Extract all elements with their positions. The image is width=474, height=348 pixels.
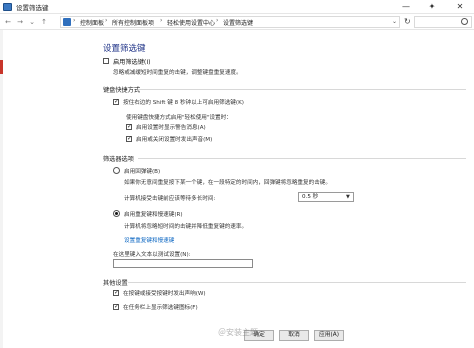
- repeat-keys-label[interactable]: 启用重复键和慢速键(R): [124, 210, 183, 218]
- repeat-keys-settings-link[interactable]: 设置重复键和慢速键: [124, 236, 174, 244]
- shortcut-section-title: 键盘快捷方式: [103, 87, 141, 94]
- show-warning-label[interactable]: 启用设置时显示警告消息(A): [136, 123, 206, 131]
- other-section-title: 其他设置: [103, 280, 128, 287]
- refresh-icon[interactable]: ↻: [404, 17, 411, 26]
- bouncekeys-radio[interactable]: [113, 167, 120, 174]
- breadcrumb-ease-of-access[interactable]: 轻松使用设置中心: [167, 18, 215, 27]
- shortcut-sub-description: 使用键盘快捷方式启用"轻松使用"设置时：: [126, 115, 232, 121]
- recent-dropdown-icon[interactable]: ⌄: [27, 17, 37, 27]
- breadcrumb-control-panel[interactable]: 控制面板: [80, 18, 104, 27]
- repeat-keys-description: 计算机将忽略短时间的击键并降低重复键的速率。: [124, 224, 248, 230]
- enable-filterkeys-description: 忽略或减缓短时间重复的击键，调整键盘重复速度。: [113, 70, 242, 76]
- address-bar: ← → ⌄ ↑ › 控制面板 › 所有控制面板项 › 轻松使用设置中心 › 设置…: [0, 15, 474, 30]
- up-arrow-icon[interactable]: ↑: [39, 17, 49, 27]
- minimize-button[interactable]: —: [396, 0, 416, 14]
- enable-filterkeys-label[interactable]: 启用筛选键(I): [113, 57, 151, 66]
- breadcrumb-separator: ›: [105, 17, 108, 24]
- beep-label[interactable]: 在按键或接受按键时发出声响(W): [123, 289, 206, 297]
- make-sound-label[interactable]: 启用或关闭设置时发出声音(M): [136, 135, 212, 143]
- control-panel-icon: [63, 18, 71, 26]
- test-input-label: 在这里键入文本以测试设置(N):: [113, 252, 191, 258]
- section-divider: [128, 282, 466, 283]
- close-button[interactable]: ✕: [450, 0, 470, 14]
- beep-checkbox[interactable]: ✓: [113, 290, 119, 296]
- enable-filterkeys-checkbox[interactable]: [103, 58, 109, 64]
- bouncekeys-description: 如果你无意间重复按下某一个键，在一段特定的时间内，回弹键将忽略重复的击键。: [124, 180, 331, 186]
- taskbar-icon-checkbox[interactable]: ✓: [113, 304, 119, 310]
- background-window-accent: [0, 60, 3, 74]
- breadcrumb-separator: ›: [73, 17, 76, 24]
- watermark: ＠安装主题: [218, 328, 258, 337]
- repeat-keys-radio[interactable]: [113, 210, 120, 217]
- search-icon: [461, 18, 468, 25]
- delay-label: 计算机接受击键前应该等待多长时间:: [124, 196, 216, 202]
- chevron-down-icon: ▼: [346, 194, 350, 200]
- cancel-button[interactable]: 取消: [279, 330, 309, 341]
- filter-section-title: 筛选器选项: [103, 156, 134, 163]
- shortcut-checkbox-label[interactable]: 按住右边的 Shift 键 8 秒钟以上可启用筛选键(K): [123, 98, 244, 106]
- page-title: 设置筛选键: [103, 44, 146, 54]
- back-arrow-icon[interactable]: ←: [3, 17, 13, 27]
- breadcrumb-separator: ›: [216, 17, 219, 24]
- title-bar: 设置筛选键 — ✦ ✕: [0, 0, 474, 14]
- section-divider: [138, 158, 466, 159]
- address-dropdown-icon[interactable]: ⌄: [392, 18, 397, 25]
- window-title: 设置筛选键: [16, 4, 49, 12]
- make-sound-checkbox[interactable]: ✓: [126, 136, 132, 142]
- shortcut-checkbox[interactable]: ✓: [113, 99, 119, 105]
- breadcrumb-all-items[interactable]: 所有控制面板项: [112, 18, 154, 27]
- window-app-icon: [3, 3, 12, 11]
- apply-button[interactable]: 应用(A): [314, 330, 344, 341]
- breadcrumb-separator: ›: [160, 17, 163, 24]
- bouncekeys-label[interactable]: 启用回弹键(B): [124, 167, 160, 175]
- taskbar-icon-label[interactable]: 在任务栏上显示筛选键图标(F): [123, 303, 198, 311]
- pin-button[interactable]: ✦: [422, 0, 442, 14]
- section-divider: [138, 89, 466, 90]
- show-warning-checkbox[interactable]: ✓: [126, 124, 132, 130]
- breadcrumb-filterkeys[interactable]: 设置筛选键: [223, 18, 253, 27]
- background-window-edge: [0, 30, 3, 348]
- test-text-input[interactable]: [113, 259, 253, 268]
- forward-arrow-icon[interactable]: →: [15, 17, 25, 27]
